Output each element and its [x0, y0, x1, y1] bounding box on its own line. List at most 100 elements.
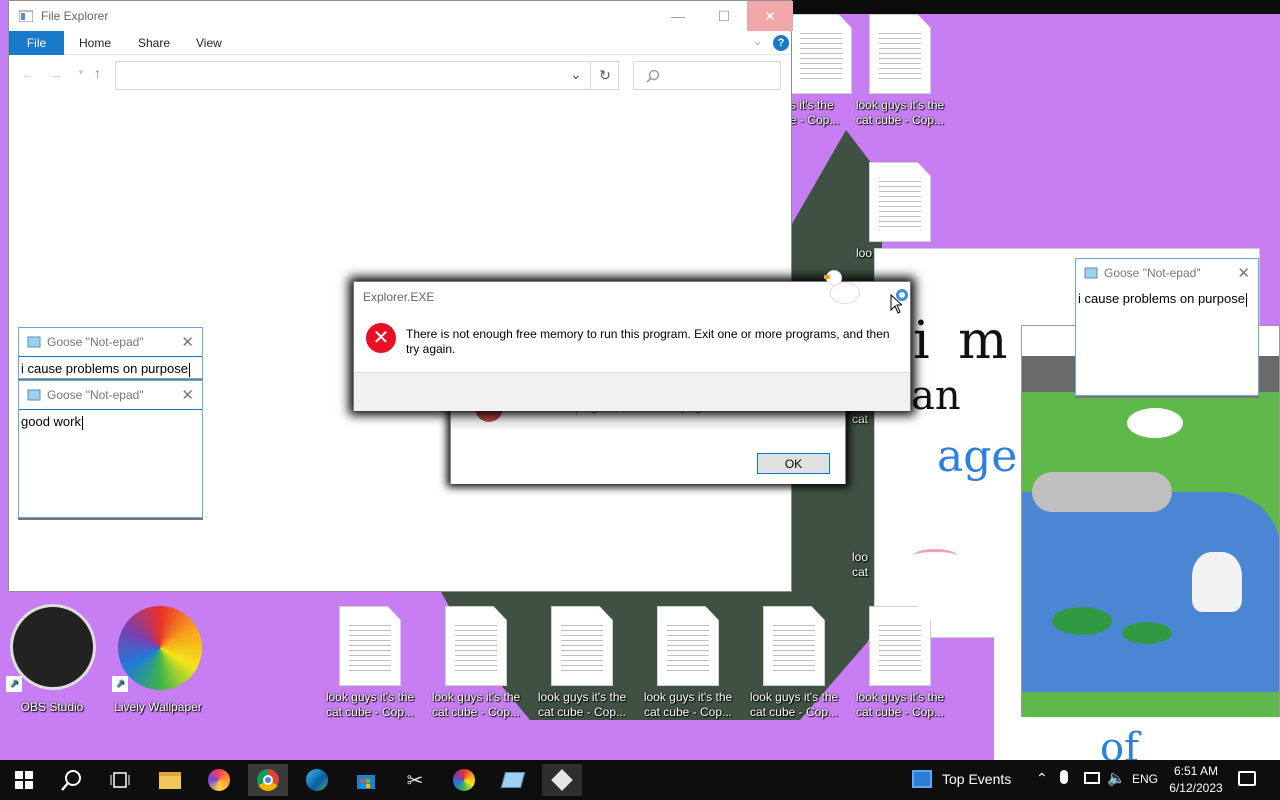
desktop-file-label-fragment: cat: [852, 412, 869, 426]
desktop-app-label: Lively Wallpaper: [114, 700, 202, 714]
task-view-button[interactable]: [100, 764, 140, 796]
mouse-cursor-icon: [890, 294, 902, 314]
desktop-file[interactable]: look guys it's the cat cube - Cop...: [852, 606, 948, 720]
taskbar-snipping-tool[interactable]: ✂: [395, 764, 435, 796]
desktop-app-label: OBS Studio: [20, 700, 84, 714]
search-box[interactable]: [633, 61, 781, 90]
start-button[interactable]: [4, 764, 44, 796]
close-icon[interactable]: ✕: [1237, 264, 1250, 282]
goose-notepad-titlebar[interactable]: Goose "Not-epad": [1076, 259, 1258, 287]
desktop-file[interactable]: look guys it's the cat cube - Cop...: [852, 14, 948, 128]
desktop-file-label: look guys it's the cat cube - Cop...: [855, 690, 945, 719]
microphone-icon[interactable]: [1060, 770, 1068, 784]
news-widget[interactable]: Top Events: [912, 770, 1011, 788]
search-button[interactable]: [52, 764, 92, 796]
news-icon: [912, 770, 932, 788]
network-icon[interactable]: [1084, 772, 1100, 784]
error-icon: ✕: [366, 323, 396, 353]
shortcut-arrow-icon: ↗: [112, 676, 128, 692]
text-caret: [1245, 292, 1247, 307]
goose-notepad-window[interactable]: Goose "Not-epad" ✕ i cause problems on p…: [18, 327, 203, 379]
store-icon: [357, 775, 375, 789]
goose-notepad-title: Goose "Not-epad": [47, 388, 144, 402]
chevron-down-icon[interactable]: ⌄: [753, 35, 762, 48]
refresh-icon[interactable]: ↻: [590, 62, 619, 89]
firefox-icon: [208, 769, 230, 791]
goose-notepad-text[interactable]: good work: [19, 409, 202, 517]
task-view-icon: [110, 772, 130, 788]
lily-pad: [1122, 622, 1172, 644]
error-dialog[interactable]: Explorer.EXE ✕ There is not enough free …: [353, 270, 911, 411]
drawing-text-line2: an: [911, 373, 961, 419]
minimize-button[interactable]: —: [655, 1, 701, 31]
tab-share[interactable]: Share: [124, 31, 184, 55]
taskbar: ✂ Top Events ⌃ 🔈 ENG 6:51 AM 6/12/2023: [0, 760, 1280, 800]
cube-icon: [551, 769, 573, 791]
explorer-title: File Explorer: [41, 9, 109, 23]
taskbar-chrome[interactable]: [248, 764, 288, 796]
close-icon[interactable]: ✕: [181, 386, 194, 404]
help-icon[interactable]: ?: [773, 35, 789, 51]
up-arrow-icon[interactable]: ↑: [94, 65, 101, 81]
desktop-file[interactable]: look guys it's the cat cube - Cop...: [428, 606, 524, 720]
clock[interactable]: 6:51 AM 6/12/2023: [1164, 763, 1228, 797]
desktop-file[interactable]: look guys it's the cat cube - Cop...: [534, 606, 630, 720]
maximize-button[interactable]: ☐: [701, 1, 747, 31]
obs-icon: [10, 604, 96, 690]
chrome-icon: [257, 769, 279, 791]
taskbar-edge[interactable]: [297, 764, 337, 796]
desktop-file[interactable]: look guys it's the cat cube - Cop...: [640, 606, 736, 720]
goose-notepad-titlebar[interactable]: Goose "Not-epad": [19, 381, 202, 409]
notification-icon[interactable]: [1238, 771, 1256, 786]
lively-wallpaper-icon: [453, 769, 475, 791]
goose-notepad-title: Goose "Not-epad": [1104, 266, 1201, 280]
goose-sprite: [824, 264, 860, 304]
text-caret: [81, 415, 83, 430]
explorer-ribbon: File Home Share View ⌄ ?: [9, 31, 791, 55]
goose-notepad-window[interactable]: Goose "Not-epad" ✕ good work: [18, 380, 203, 518]
taskbar-file-explorer[interactable]: [150, 764, 190, 796]
taskbar-desktop-goose[interactable]: [542, 764, 582, 796]
volume-icon[interactable]: 🔈: [1107, 769, 1126, 787]
taskbar-lively[interactable]: [444, 764, 484, 796]
back-arrow-icon[interactable]: ←: [21, 66, 35, 82]
ok-button[interactable]: OK: [757, 453, 830, 474]
tab-home[interactable]: Home: [65, 31, 125, 55]
shortcut-arrow-icon: ↗: [6, 676, 22, 692]
chevron-up-icon[interactable]: ⌃: [1036, 770, 1048, 787]
address-dropdown-icon[interactable]: ⌄: [570, 66, 582, 83]
language-indicator[interactable]: ENG: [1132, 772, 1158, 786]
goose-notepad-titlebar[interactable]: Goose "Not-epad": [19, 328, 202, 356]
desktop-file[interactable]: look guys it's the cat cube - Cop...: [746, 606, 842, 720]
desktop-file-label: look guys it's the cat cube - Cop...: [643, 690, 733, 719]
scissors-icon: ✂: [406, 769, 424, 792]
goose-notepad-text-content: i cause problems on purpose: [21, 361, 188, 376]
goose-notepad-window[interactable]: Goose "Not-epad" ✕ i cause problems on p…: [1075, 258, 1259, 396]
drawing-text-line3: age: [937, 431, 1018, 482]
tab-file[interactable]: File: [9, 31, 64, 55]
clock-date: 6/12/2023: [1169, 781, 1223, 795]
file-explorer-icon: [19, 10, 33, 22]
desktop-file[interactable]: look guys it's the cat cube - Cop...: [322, 606, 418, 720]
goose-notepad-text[interactable]: i cause problems on purpose: [19, 356, 202, 378]
address-bar[interactable]: ⌄ ↻: [115, 61, 619, 90]
desktop-file[interactable]: loo: [852, 162, 948, 261]
clock-time: 6:51 AM: [1173, 764, 1219, 778]
desktop-file-label: look guys it's the cat cube - Cop...: [855, 98, 945, 127]
edge-icon: [306, 769, 328, 791]
character-sprite: [1192, 552, 1242, 612]
taskbar-firefox[interactable]: [199, 764, 239, 796]
taskbar-notepad[interactable]: [493, 764, 533, 796]
dialog-footer: [354, 372, 910, 411]
goose-sprite: [1127, 408, 1183, 438]
forward-arrow-icon[interactable]: →: [49, 66, 63, 82]
recent-dropdown-icon[interactable]: ▼: [77, 68, 85, 77]
tab-view[interactable]: View: [182, 31, 236, 55]
folder-icon: [159, 771, 181, 789]
close-icon[interactable]: ✕: [181, 333, 194, 351]
desktop-file-label: look guys it's the cat cube - Cop...: [431, 690, 521, 719]
text-caret: [188, 362, 190, 377]
close-button[interactable]: ✕: [747, 1, 793, 31]
goose-notepad-text[interactable]: i cause problems on purpose: [1076, 287, 1258, 395]
taskbar-store[interactable]: [346, 764, 386, 796]
